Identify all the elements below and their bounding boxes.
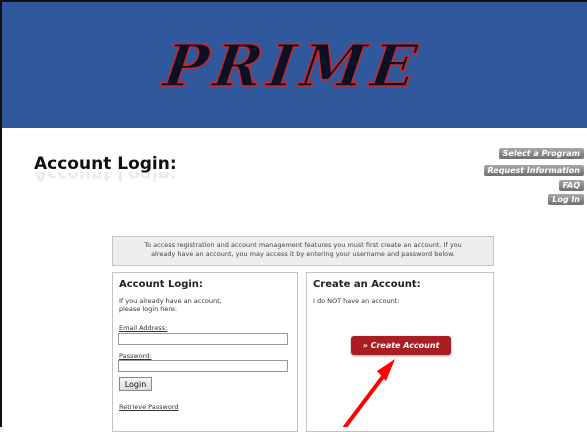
login-intro: If you already have an account, please l… — [119, 297, 289, 313]
login-intro-line-1: If you already have an account, — [119, 297, 222, 305]
site-header: PRIME — [2, 2, 587, 128]
nav-select-program[interactable]: Select a Program — [498, 148, 584, 159]
nav-log-in[interactable]: Log In — [548, 194, 584, 205]
account-login-panel: Account Login: If you already have an ac… — [112, 272, 298, 432]
page-title: Account Login: — [34, 154, 177, 174]
password-label: Password: — [119, 352, 152, 360]
login-panel-title: Account Login: — [119, 279, 203, 290]
login-intro-line-2: please login here: — [119, 305, 178, 313]
create-account-panel: Create an Account: I do NOT have an acco… — [306, 272, 494, 432]
nav-request-information[interactable]: Request Information — [483, 165, 584, 176]
email-label: Email Address: — [119, 324, 168, 332]
create-intro: I do NOT have an account: — [313, 297, 400, 305]
create-panel-title: Create an Account: — [313, 279, 421, 290]
nav-faq[interactable]: FAQ — [558, 180, 584, 191]
email-field[interactable] — [118, 333, 288, 345]
info-notice: To access registration and account manag… — [112, 236, 494, 266]
prime-logo[interactable]: PRIME — [132, 32, 452, 102]
retrieve-password-link[interactable]: Retrieve Password — [119, 403, 179, 411]
notice-line-2: already have an account, you may access … — [151, 250, 455, 258]
password-field[interactable] — [118, 360, 288, 372]
login-button[interactable]: Login — [119, 377, 152, 391]
logo-text: PRIME — [158, 32, 427, 100]
notice-line-1: To access registration and account manag… — [144, 241, 462, 249]
create-account-button[interactable]: » Create Account — [351, 336, 451, 355]
page-title-reflection: Account Login: — [34, 172, 177, 184]
